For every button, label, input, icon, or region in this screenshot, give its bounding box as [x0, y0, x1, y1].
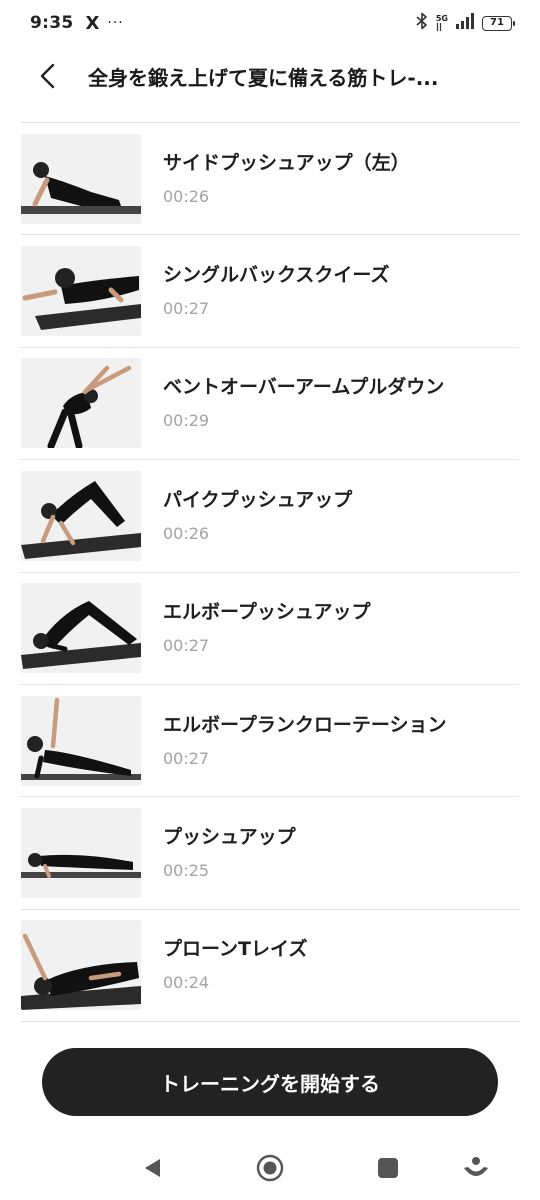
- system-nav-bar: [0, 1140, 540, 1196]
- exercise-item[interactable]: シングルバックスクイーズ 00:27: [21, 235, 519, 348]
- exercise-name: パイクプッシュアップ: [163, 488, 353, 511]
- exercise-item[interactable]: ベントオーバーアームプルダウン 00:29: [21, 348, 519, 461]
- status-icons: 5G 71: [416, 12, 515, 34]
- nav-home-button[interactable]: [254, 1152, 286, 1184]
- exercise-duration: 00:26: [163, 523, 210, 543]
- status-bar: 9:35 X ··· 5G 71: [0, 0, 540, 46]
- exercise-thumbnail: [21, 246, 141, 337]
- exercise-list: サイドプッシュアップ（左） 00:26 シングルバックスクイーズ 00:27 ベ…: [21, 122, 519, 1023]
- more-notifications-icon: ···: [107, 15, 124, 31]
- signal-icon: [456, 13, 474, 33]
- exercise-duration: 00:27: [163, 748, 210, 768]
- exercise-duration: 00:26: [163, 186, 210, 206]
- back-button[interactable]: [22, 51, 72, 101]
- exercise-name: エルボープランクローテーション: [163, 713, 447, 736]
- exercise-name: エルボープッシュアップ: [163, 601, 371, 624]
- x-app-icon: X: [85, 12, 100, 34]
- exercise-duration: 00:25: [163, 861, 210, 881]
- header: 全身を鍛え上げて夏に備える筋トレ-...: [0, 46, 540, 106]
- triangle-back-icon: [145, 1159, 160, 1177]
- battery-indicator: 71: [482, 15, 515, 31]
- page-title: 全身を鍛え上げて夏に備える筋トレ-...: [88, 65, 439, 90]
- exercise-name: プッシュアップ: [163, 826, 296, 849]
- exercise-item[interactable]: プッシュアップ 00:25: [21, 797, 519, 910]
- data-arrows-icon: [436, 23, 441, 31]
- status-time: 9:35: [30, 13, 74, 33]
- exercise-thumbnail: [21, 358, 141, 449]
- exercise-item[interactable]: パイクプッシュアップ 00:26: [21, 460, 519, 573]
- exercise-thumbnail: [21, 470, 141, 561]
- exercise-item[interactable]: サイドプッシュアップ（左） 00:26: [21, 123, 519, 236]
- exercise-thumbnail: [21, 695, 141, 786]
- exercise-name: プローンTレイズ: [163, 938, 308, 961]
- exercise-duration: 00:24: [163, 973, 210, 993]
- network-indicator: 5G: [436, 15, 448, 31]
- exercise-name: サイドプッシュアップ（左）: [163, 151, 410, 174]
- start-training-button[interactable]: トレーニングを開始する: [42, 1048, 498, 1116]
- home-circle-icon: [256, 1154, 284, 1182]
- nav-recents-button[interactable]: [372, 1152, 404, 1184]
- exercise-thumbnail: [21, 808, 141, 899]
- nav-assistant-button[interactable]: [460, 1152, 492, 1184]
- exercise-item[interactable]: エルボープランクローテーション 00:27: [21, 685, 519, 798]
- exercise-thumbnail: [21, 583, 141, 674]
- exercise-thumbnail: [21, 133, 141, 224]
- bluetooth-icon: [416, 12, 428, 34]
- exercise-name: ベントオーバーアームプルダウン: [163, 376, 445, 399]
- chevron-left-icon: [40, 63, 55, 89]
- exercise-name: シングルバックスクイーズ: [163, 264, 390, 287]
- exercise-thumbnail: [21, 920, 141, 1011]
- exercise-duration: 00:27: [163, 299, 210, 319]
- exercise-item[interactable]: プローンTレイズ 00:24: [21, 910, 519, 1023]
- assistant-icon: [464, 1157, 488, 1176]
- square-recents-icon: [378, 1158, 398, 1178]
- exercise-duration: 00:29: [163, 411, 210, 431]
- nav-back-button[interactable]: [136, 1152, 168, 1184]
- exercise-item[interactable]: エルボープッシュアップ 00:27: [21, 573, 519, 685]
- exercise-duration: 00:27: [163, 636, 210, 656]
- network-label: 5G: [435, 14, 448, 23]
